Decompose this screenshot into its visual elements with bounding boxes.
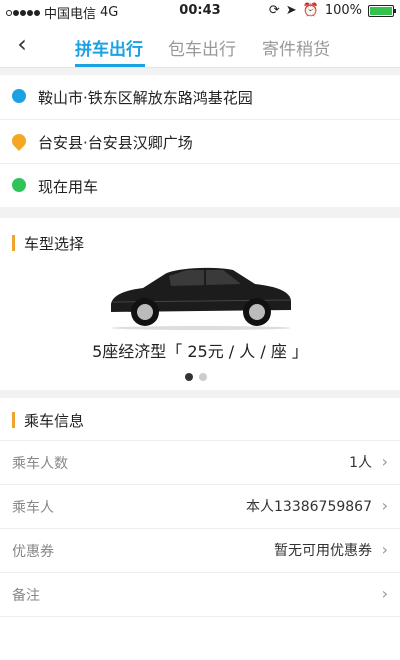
car-type-title: 车型选择 [12,233,84,254]
battery-icon [368,4,396,17]
passenger-info-title: 乘车信息 [12,410,84,431]
coupon-row[interactable]: 优惠券 暂无可用优惠券 › [0,528,400,571]
passenger-info-card: 乘车信息 乘车人数 1人 › 乘车人 本人13386759867 › 优惠券 暂… [0,398,400,660]
tab-carpool[interactable]: 拼车出行 [75,35,143,60]
divider [0,616,400,659]
passenger-count-row[interactable]: 乘车人数 1人 › [0,440,400,483]
car-type-card: 车型选择 5座经济型「 25元 / 人 / 座 」 [0,218,400,390]
passenger-count-label: 乘车人数 [12,456,68,472]
remark-row[interactable]: 备注 › [0,572,400,615]
passenger-row[interactable]: 乘车人 本人13386759867 › [0,484,400,527]
status-right: ⟳ ➤ ⏰ 100% [268,3,396,18]
carousel-dot[interactable] [199,373,207,381]
top-nav: ‹ 拼车出行 包车出行 寄件稍货 [0,22,400,68]
back-button[interactable]: ‹ [8,30,36,58]
coupon-label: 优惠券 [12,544,54,560]
clock-icon [12,178,26,192]
passenger-count-value: 1人 [349,455,372,471]
status-bar: 中国电信 4G 00:43 ⟳ ➤ ⏰ 100% [0,0,400,22]
coupon-value: 暂无可用优惠券 [274,543,372,559]
location-icon: ➤ [285,3,297,18]
battery-percent: 100% [324,3,362,18]
active-tab-indicator [75,64,145,67]
car-type-description: 5座经济型「 25元 / 人 / 座 」 [92,342,308,361]
sedan-car-image[interactable] [105,258,295,330]
chevron-right-icon: › [381,584,388,603]
chevron-left-icon: ‹ [17,30,27,58]
chevron-right-icon: › [381,452,388,471]
carousel-dot-active[interactable] [185,373,193,381]
chevron-right-icon: › [381,540,388,559]
rotation-lock-icon: ⟳ [268,3,280,18]
departure-time: 现在用车 [38,178,99,196]
origin-address: 鞍山市·铁东区解放东路鸿基花园 [38,89,253,107]
start-point-icon [12,89,26,103]
remark-label: 备注 [12,588,40,604]
chevron-right-icon: › [381,496,388,515]
departure-time-row[interactable]: 现在用车 [0,163,400,207]
route-panel: 鞍山市·铁东区解放东路鸿基花园 台安县·台安县汉卿广场 现在用车 [0,75,400,207]
destination-address: 台安县·台安县汉卿广场 [38,134,193,152]
tab-parcel[interactable]: 寄件稍货 [262,35,330,60]
passenger-label: 乘车人 [12,500,54,516]
destination-pin-icon [9,131,29,151]
origin-row[interactable]: 鞍山市·铁东区解放东路鸿基花园 [0,75,400,119]
alarm-icon: ⏰ [302,3,319,18]
passenger-value: 本人13386759867 [246,499,372,515]
destination-row[interactable]: 台安县·台安县汉卿广场 [0,119,400,163]
carousel-indicator [185,373,207,381]
tab-charter[interactable]: 包车出行 [168,35,236,60]
